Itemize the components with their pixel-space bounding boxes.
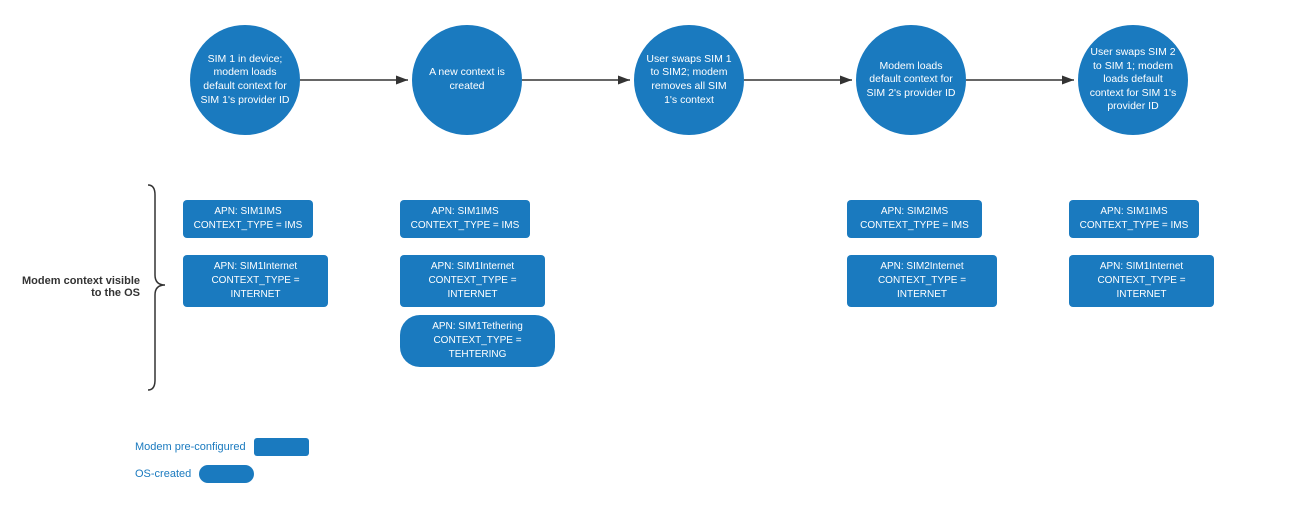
ctx-b5a-text: APN: SIM1IMSCONTEXT_TYPE = IMS [1080, 206, 1189, 231]
ctx-b2a-text: APN: SIM1IMSCONTEXT_TYPE = IMS [411, 206, 520, 231]
ctx-b2b: APN: SIM1InternetCONTEXT_TYPE = INTERNET [400, 255, 545, 307]
ctx-b1b-text: APN: SIM1InternetCONTEXT_TYPE = INTERNET [211, 261, 299, 300]
legend-preconfigured-icon [254, 438, 309, 456]
circle-sim2-load-text: Modem loads default context for SIM 2's … [866, 60, 956, 101]
ctx-b5b-text: APN: SIM1InternetCONTEXT_TYPE = INTERNET [1097, 261, 1185, 300]
legend-preconfigured-label: Modem pre-configured [135, 441, 246, 453]
ctx-b2b-text: APN: SIM1InternetCONTEXT_TYPE = INTERNET [428, 261, 516, 300]
ctx-b4a: APN: SIM2IMSCONTEXT_TYPE = IMS [847, 200, 982, 238]
legend-os-created-icon [199, 465, 254, 483]
ctx-b4b-text: APN: SIM2InternetCONTEXT_TYPE = INTERNET [878, 261, 966, 300]
ctx-b2c-text: APN: SIM1TetheringCONTEXT_TYPE = TEHTERI… [432, 321, 523, 360]
diagram-container: SIM 1 in device; modem loads default con… [0, 0, 1308, 507]
circle-sim-swap2: User swaps SIM 2 to SIM 1; modem loads d… [1078, 25, 1188, 135]
ctx-b2c: APN: SIM1TetheringCONTEXT_TYPE = TEHTERI… [400, 315, 555, 367]
circle-sim1-load: SIM 1 in device; modem loads default con… [190, 25, 300, 135]
legend-preconfigured: Modem pre-configured [135, 438, 309, 456]
brace-label: Modem context visible to the OS [10, 275, 140, 299]
circle-sim1-load-text: SIM 1 in device; modem loads default con… [200, 53, 290, 108]
ctx-b1b: APN: SIM1InternetCONTEXT_TYPE = INTERNET [183, 255, 328, 307]
circle-new-context-text: A new context is created [422, 66, 512, 93]
ctx-b5b: APN: SIM1InternetCONTEXT_TYPE = INTERNET [1069, 255, 1214, 307]
ctx-b4b: APN: SIM2InternetCONTEXT_TYPE = INTERNET [847, 255, 997, 307]
circle-sim-swap1: User swaps SIM 1 to SIM2; modem removes … [634, 25, 744, 135]
ctx-b1a-text: APN: SIM1IMSCONTEXT_TYPE = IMS [194, 206, 303, 231]
ctx-b2a: APN: SIM1IMSCONTEXT_TYPE = IMS [400, 200, 530, 238]
legend-os-created-label: OS-created [135, 468, 191, 480]
legend-os-created: OS-created [135, 465, 254, 483]
circle-sim-swap1-text: User swaps SIM 1 to SIM2; modem removes … [644, 53, 734, 108]
brace-label-line1: Modem context visible [22, 275, 140, 287]
circle-sim2-load: Modem loads default context for SIM 2's … [856, 25, 966, 135]
circle-sim-swap2-text: User swaps SIM 2 to SIM 1; modem loads d… [1088, 46, 1178, 114]
ctx-b4a-text: APN: SIM2IMSCONTEXT_TYPE = IMS [860, 206, 969, 231]
circle-new-context: A new context is created [412, 25, 522, 135]
brace-label-line2: to the OS [91, 287, 140, 299]
ctx-b1a: APN: SIM1IMSCONTEXT_TYPE = IMS [183, 200, 313, 238]
ctx-b5a: APN: SIM1IMSCONTEXT_TYPE = IMS [1069, 200, 1199, 238]
